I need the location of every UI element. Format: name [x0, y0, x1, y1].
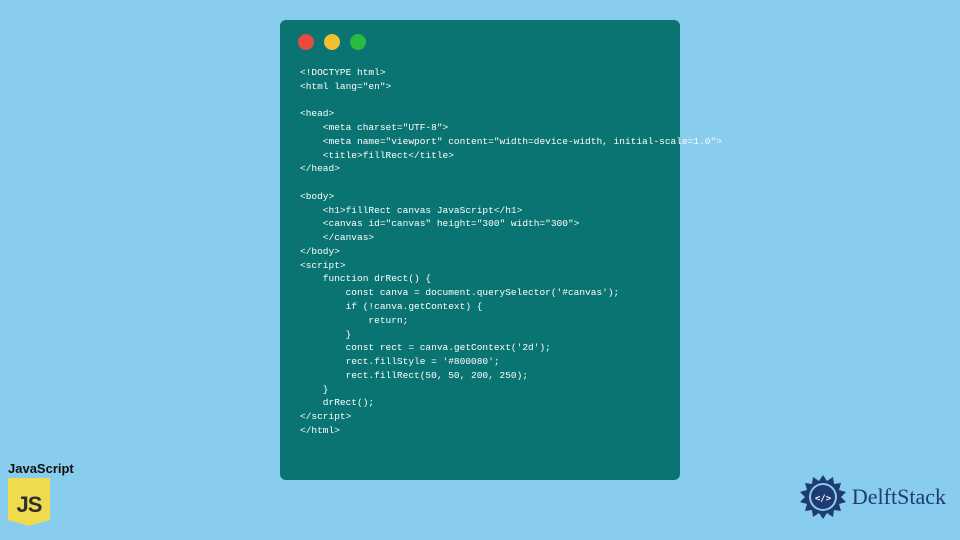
delftstack-logo: </> DelftStack: [798, 472, 946, 522]
code-window: <!DOCTYPE html> <html lang="en"> <head> …: [280, 20, 680, 480]
minimize-icon: [324, 34, 340, 50]
javascript-label: JavaScript: [8, 461, 74, 476]
window-traffic-lights: [280, 20, 680, 60]
delftstack-gear-icon: </>: [798, 472, 848, 522]
javascript-icon: JS: [8, 478, 50, 520]
javascript-badge: JavaScript JS: [8, 461, 74, 520]
javascript-icon-text: JS: [17, 492, 42, 518]
maximize-icon: [350, 34, 366, 50]
svg-text:</>: </>: [815, 494, 832, 504]
close-icon: [298, 34, 314, 50]
code-content: <!DOCTYPE html> <html lang="en"> <head> …: [280, 60, 680, 458]
delftstack-logo-text: DelftStack: [852, 484, 946, 510]
